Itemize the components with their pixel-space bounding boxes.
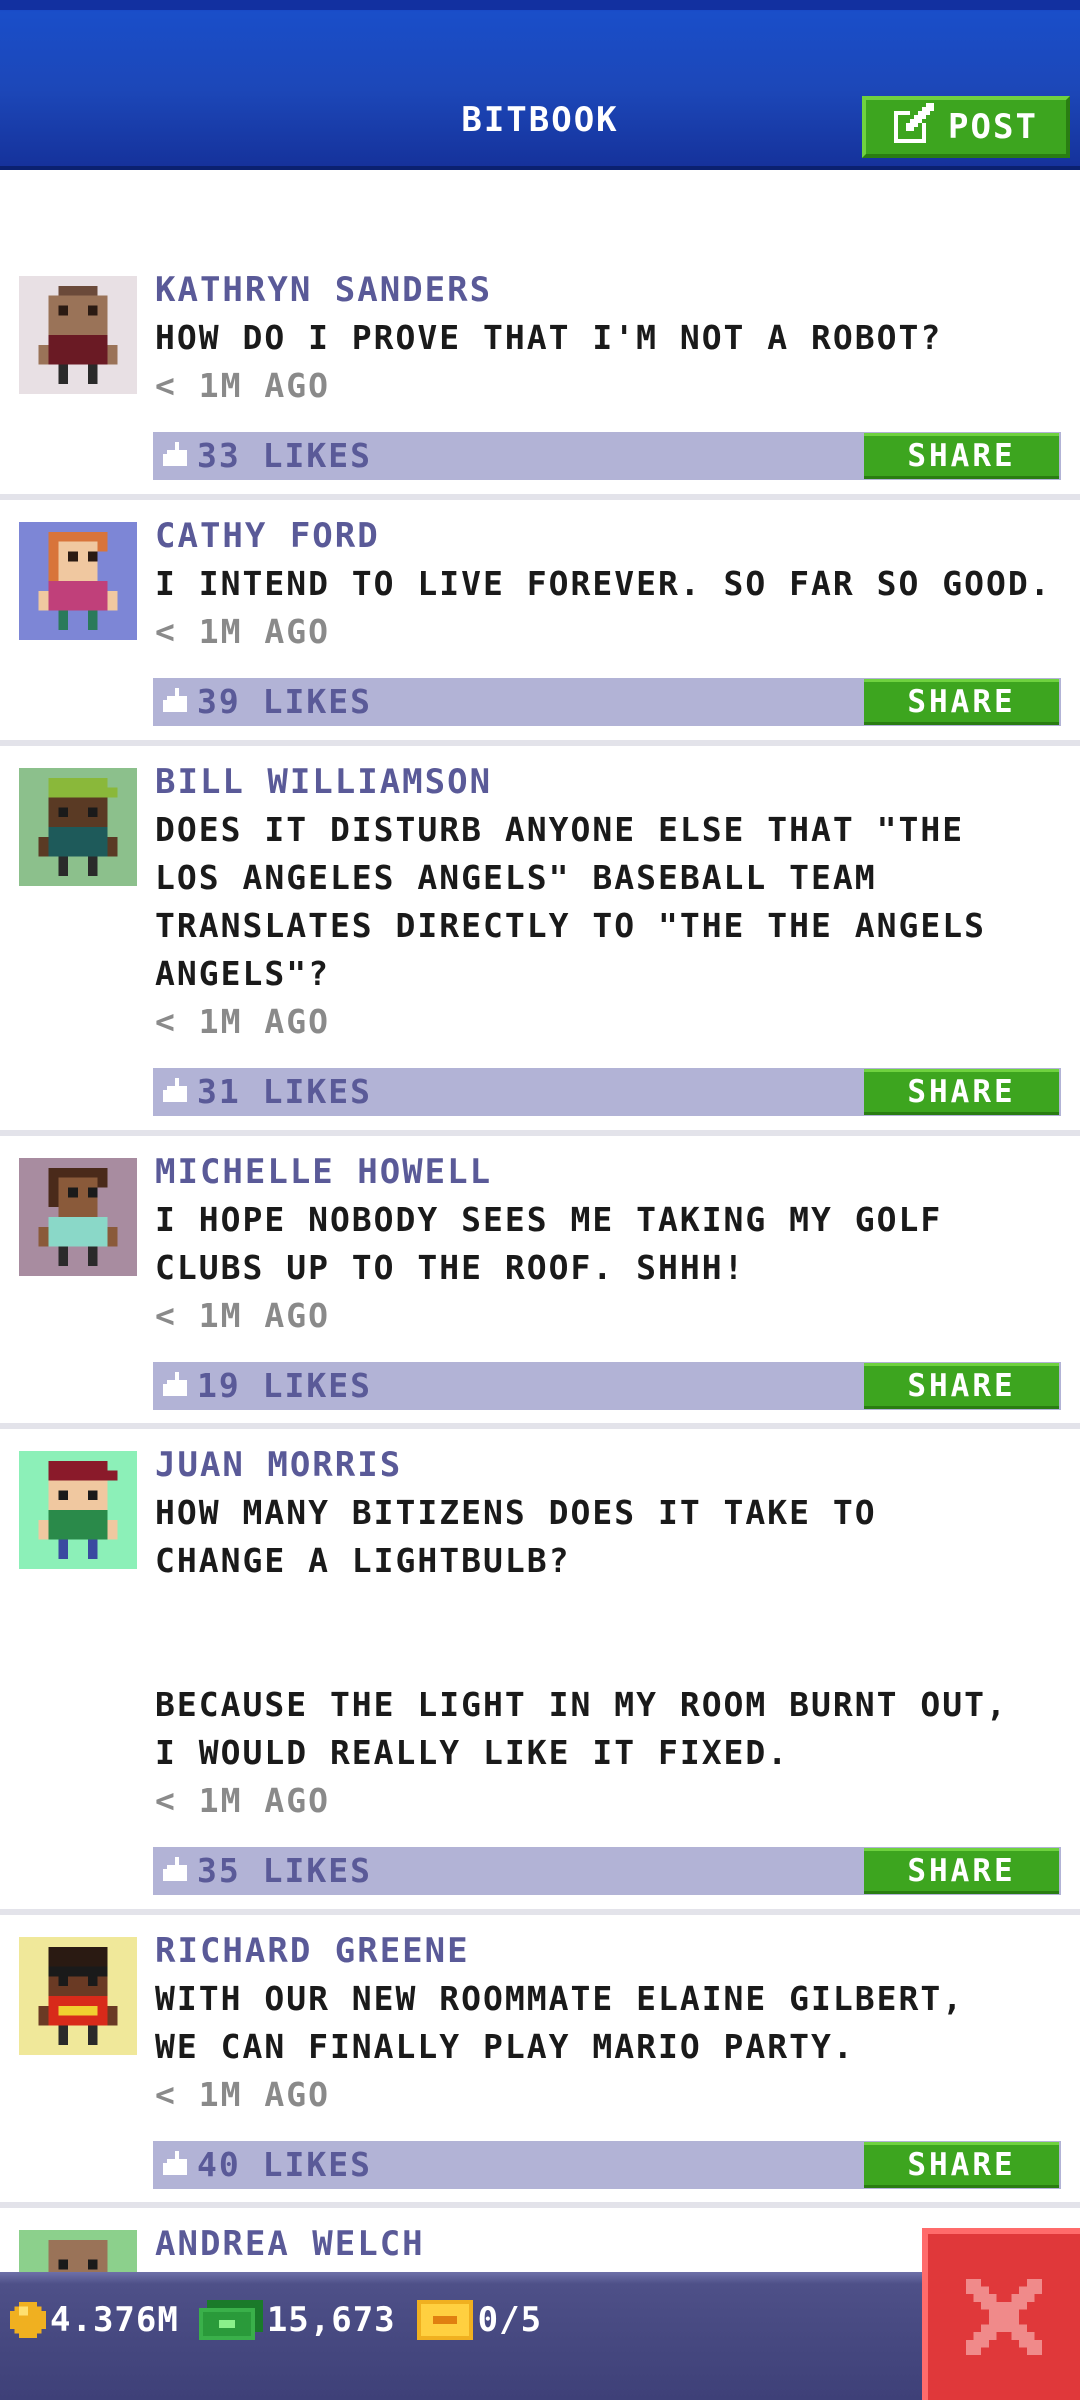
post-time: < 1M AGO [155,1781,330,1820]
share-button[interactable]: SHARE [864,679,1059,725]
post-author[interactable]: RICHARD GREENE [155,1927,1060,1975]
avatar[interactable] [19,522,137,640]
feed-post: KATHRYN SANDERS HOW DO I PROVE THAT I'M … [0,230,1080,500]
post-time: < 1M AGO [155,612,330,651]
avatar[interactable] [19,276,137,394]
avatar[interactable] [19,1158,137,1276]
like-count: 39 LIKES [197,682,372,721]
like-bar: 35 LIKES SHARE [153,1847,1061,1895]
like-bar: 33 LIKES SHARE [153,432,1061,480]
app-header: BITBOOK POST [0,0,1080,170]
like-count: 40 LIKES [197,2145,372,2184]
feed-post: JUAN MORRIS HOW MANY BITIZENS DOES IT TA… [0,1429,1080,1915]
status-strip [0,0,1080,10]
like-bar: 19 LIKES SHARE [153,1362,1061,1410]
thumbs-up-icon [163,1078,187,1102]
coins-value: 4.376M [50,2300,179,2340]
thumbs-up-icon [163,2151,187,2175]
feed-post: BILL WILLIAMSON DOES IT DISTURB ANYONE E… [0,746,1080,1136]
share-button[interactable]: SHARE [864,433,1059,479]
ticket-icon [416,2300,473,2340]
like-bar: 39 LIKES SHARE [153,678,1061,726]
status-footer: 4.376M 15,673 0/5 [0,2272,1080,2400]
post-button-label: POST [948,107,1038,147]
share-button[interactable]: SHARE [864,2142,1059,2188]
feed-post: MICHELLE HOWELL I HOPE NOBODY SEES ME TA… [0,1136,1080,1429]
post-author[interactable]: CATHY FORD [155,512,1060,560]
like-count: 35 LIKES [197,1851,372,1890]
post-button[interactable]: POST [862,96,1070,158]
share-button[interactable]: SHARE [864,1848,1059,1894]
post-time: < 1M AGO [155,1002,330,1041]
post-author[interactable]: MICHELLE HOWELL [155,1148,1060,1196]
thumbs-up-icon [163,442,187,466]
feed-post: CATHY FORD I INTEND TO LIVE FOREVER. SO … [0,500,1080,746]
resource-stats: 4.376M 15,673 0/5 [10,2296,552,2344]
like-count: 19 LIKES [197,1366,372,1405]
post-message: I INTEND TO LIVE FOREVER. SO FAR SO GOOD… [155,564,1052,603]
thumbs-up-icon [163,1372,187,1396]
avatar[interactable] [19,1451,137,1569]
post-message: HOW DO I PROVE THAT I'M NOT A ROBOT? [155,318,943,357]
post-time: < 1M AGO [155,2075,330,2114]
coin-icon [10,2302,46,2338]
share-button[interactable]: SHARE [864,1069,1059,1115]
post-author[interactable]: BILL WILLIAMSON [155,758,1060,806]
post-message: WITH OUR NEW ROOMMATE ELAINE GILBERT, WE… [155,1979,965,2066]
news-feed[interactable]: KATHRYN SANDERS HOW DO I PROVE THAT I'M … [0,230,1080,2400]
post-time: < 1M AGO [155,1296,330,1335]
tickets-value: 0/5 [477,2300,543,2340]
share-button[interactable]: SHARE [864,1363,1059,1409]
avatar[interactable] [19,1937,137,2055]
like-count: 33 LIKES [197,436,372,475]
bux-icon [198,2300,263,2340]
feed-post: RICHARD GREENE WITH OUR NEW ROOMMATE ELA… [0,1915,1080,2208]
close-button[interactable] [922,2228,1080,2400]
post-time: < 1M AGO [155,366,330,405]
coins-stat: 4.376M [10,2300,179,2340]
like-count: 31 LIKES [197,1072,372,1111]
thumbs-up-icon [163,688,187,712]
close-icon [966,2279,1042,2355]
like-bar: 31 LIKES SHARE [153,1068,1061,1116]
edit-icon [894,102,935,152]
post-message: I HOPE NOBODY SEES ME TAKING MY GOLF CLU… [155,1200,943,1287]
post-author[interactable]: JUAN MORRIS [155,1441,1060,1489]
tickets-stat: 0/5 [416,2300,542,2340]
bux-stat: 15,673 [198,2300,396,2340]
post-message: HOW MANY BITIZENS DOES IT TAKE TO CHANGE… [155,1493,1008,1772]
post-author[interactable]: KATHRYN SANDERS [155,266,1060,314]
thumbs-up-icon [163,1857,187,1881]
bux-value: 15,673 [266,2300,396,2340]
post-message: DOES IT DISTURB ANYONE ELSE THAT "THE LO… [155,810,986,993]
avatar[interactable] [19,768,137,886]
like-bar: 40 LIKES SHARE [153,2141,1061,2189]
